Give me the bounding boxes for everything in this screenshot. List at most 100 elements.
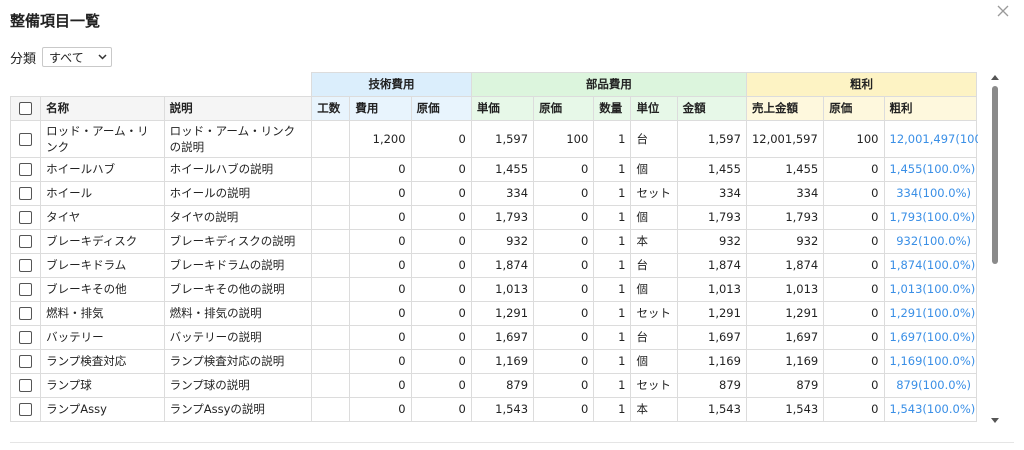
col-amount[interactable]: 金額 — [676, 95, 747, 121]
close-button[interactable] — [996, 4, 1012, 20]
cell-tech-fee: 0 — [349, 180, 412, 206]
cell-profit: 1,455(100.0%) — [883, 156, 977, 182]
cell-quantity: 1 — [593, 348, 632, 374]
cell-parts-cost: 0 — [533, 180, 595, 206]
row-select-cell — [10, 396, 42, 422]
cell-amount: 1,013 — [676, 276, 747, 302]
group-tech-cost: 技術費用 — [311, 72, 472, 97]
cell-unit: 台 — [630, 252, 678, 278]
col-quantity[interactable]: 数量 — [593, 95, 632, 121]
col-profit[interactable]: 粗利 — [883, 95, 977, 121]
cell-tech-fee: 0 — [349, 252, 412, 278]
cell-unit-price: 1,455 — [470, 156, 535, 182]
cell-tech-fee: 1,200 — [349, 119, 412, 158]
row-checkbox[interactable] — [19, 379, 33, 392]
group-gross-profit: 粗利 — [745, 72, 978, 97]
cell-description: ランプAssyの説明 — [163, 396, 313, 422]
table-row[interactable]: ホイールハブ ホイールハブの説明 0 0 1,455 0 1 個 1,455 1… — [10, 156, 977, 182]
cell-amount: 1,597 — [676, 119, 747, 158]
col-tech-cost[interactable]: 原価 — [410, 95, 472, 121]
category-select[interactable]: すべて — [42, 47, 113, 67]
row-select-cell — [10, 300, 42, 326]
row-select-cell — [10, 276, 42, 302]
cell-profit-cost: 0 — [823, 156, 885, 182]
row-checkbox[interactable] — [19, 187, 33, 200]
table-row[interactable]: ブレーキその他 ブレーキその他の説明 0 0 1,013 0 1 個 1,013… — [10, 276, 977, 302]
row-checkbox[interactable] — [19, 259, 33, 272]
cell-tech-hours — [311, 300, 351, 326]
col-parts-cost[interactable]: 原価 — [533, 95, 595, 121]
table-row[interactable]: バッテリー バッテリーの説明 0 0 1,697 0 1 台 1,697 1,6… — [10, 324, 977, 350]
cell-sales: 334 — [745, 180, 825, 206]
cell-unit: セット — [630, 300, 678, 326]
col-tech-hours[interactable]: 工数 — [311, 95, 351, 121]
row-checkbox[interactable] — [19, 132, 33, 146]
table-row[interactable]: ランプ検査対応 ランプ検査対応の説明 0 0 1,169 0 1 個 1,169… — [10, 348, 977, 374]
cell-tech-hours — [311, 372, 351, 398]
row-checkbox[interactable] — [19, 331, 33, 344]
row-checkbox[interactable] — [19, 355, 33, 368]
table-row[interactable]: ブレーキドラム ブレーキドラムの説明 0 0 1,874 0 1 台 1,874… — [10, 252, 977, 278]
col-sales[interactable]: 売上金額 — [745, 95, 825, 121]
row-checkbox[interactable] — [19, 403, 33, 416]
table-row[interactable]: ランプAssy ランプAssyの説明 0 0 1,543 0 1 本 1,543… — [10, 396, 977, 422]
row-checkbox[interactable] — [19, 283, 33, 296]
row-checkbox[interactable] — [19, 163, 33, 176]
cell-tech-cost: 0 — [410, 276, 472, 302]
cell-tech-cost: 0 — [410, 396, 472, 422]
select-all-cell — [10, 95, 42, 121]
cell-name: ランプ検査対応 — [40, 348, 165, 374]
cell-name: ホイールハブ — [40, 156, 165, 182]
cell-tech-hours — [311, 348, 351, 374]
table-row[interactable]: 燃料・排気 燃料・排気の説明 0 0 1,291 0 1 セット 1,291 1… — [10, 300, 977, 326]
cell-profit: 1,793(100.0%) — [883, 204, 977, 230]
cell-name: ブレーキドラム — [40, 252, 165, 278]
table-row[interactable]: ホイール ホイールの説明 0 0 334 0 1 セット 334 334 0 3… — [10, 180, 977, 206]
row-select-cell — [10, 348, 42, 374]
table-row[interactable]: タイヤ タイヤの説明 0 0 1,793 0 1 個 1,793 1,793 0… — [10, 204, 977, 230]
scrollbar-thumb[interactable] — [992, 86, 998, 264]
col-tech-fee[interactable]: 費用 — [349, 95, 412, 121]
cell-quantity: 1 — [593, 372, 632, 398]
cell-tech-hours — [311, 204, 351, 230]
row-checkbox[interactable] — [19, 211, 33, 224]
col-name[interactable]: 名称 — [40, 95, 165, 121]
col-unit-price[interactable]: 単価 — [470, 95, 535, 121]
cell-tech-hours — [311, 180, 351, 206]
col-description[interactable]: 説明 — [163, 95, 313, 121]
cell-name: ブレーキその他 — [40, 276, 165, 302]
row-checkbox[interactable] — [19, 307, 33, 320]
group-parts-cost: 部品費用 — [470, 72, 747, 97]
cell-description: ブレーキドラムの説明 — [163, 252, 313, 278]
table-row[interactable]: ロッド・アーム・リンク ロッド・アーム・リンクの説明 1,200 0 1,597… — [10, 119, 978, 158]
table-row[interactable]: ランプ球 ランプ球の説明 0 0 879 0 1 セット 879 879 0 8… — [10, 372, 977, 398]
table-row[interactable]: ブレーキディスク ブレーキディスクの説明 0 0 932 0 1 本 932 9… — [10, 228, 977, 254]
cell-tech-hours — [311, 396, 351, 422]
cell-amount: 1,291 — [676, 300, 747, 326]
cell-sales: 932 — [745, 228, 825, 254]
cell-profit: 1,169(100.0%) — [883, 348, 977, 374]
cell-tech-hours — [311, 228, 351, 254]
scroll-up-icon[interactable] — [991, 74, 999, 82]
cell-quantity: 1 — [593, 180, 632, 206]
cell-unit: セット — [630, 372, 678, 398]
cell-unit: 個 — [630, 156, 678, 182]
cell-unit: 台 — [630, 324, 678, 350]
cell-tech-hours — [311, 119, 351, 158]
cell-quantity: 1 — [593, 156, 632, 182]
cell-parts-cost: 0 — [533, 300, 595, 326]
cell-profit: 1,697(100.0%) — [883, 324, 977, 350]
cell-unit-price: 334 — [470, 180, 535, 206]
cell-unit: 台 — [630, 119, 678, 158]
row-select-cell — [10, 119, 42, 158]
cell-profit: 1,291(100.0%) — [883, 300, 977, 326]
select-all-checkbox[interactable] — [19, 102, 33, 115]
scroll-down-icon[interactable] — [991, 416, 999, 424]
row-checkbox[interactable] — [19, 235, 33, 248]
col-profit-cost[interactable]: 原価 — [823, 95, 885, 121]
cell-unit-price: 1,543 — [470, 396, 535, 422]
cell-tech-cost: 0 — [410, 324, 472, 350]
cell-unit-price: 1,597 — [470, 119, 535, 158]
col-unit[interactable]: 単位 — [630, 95, 678, 121]
category-label: 分類 — [10, 51, 37, 67]
